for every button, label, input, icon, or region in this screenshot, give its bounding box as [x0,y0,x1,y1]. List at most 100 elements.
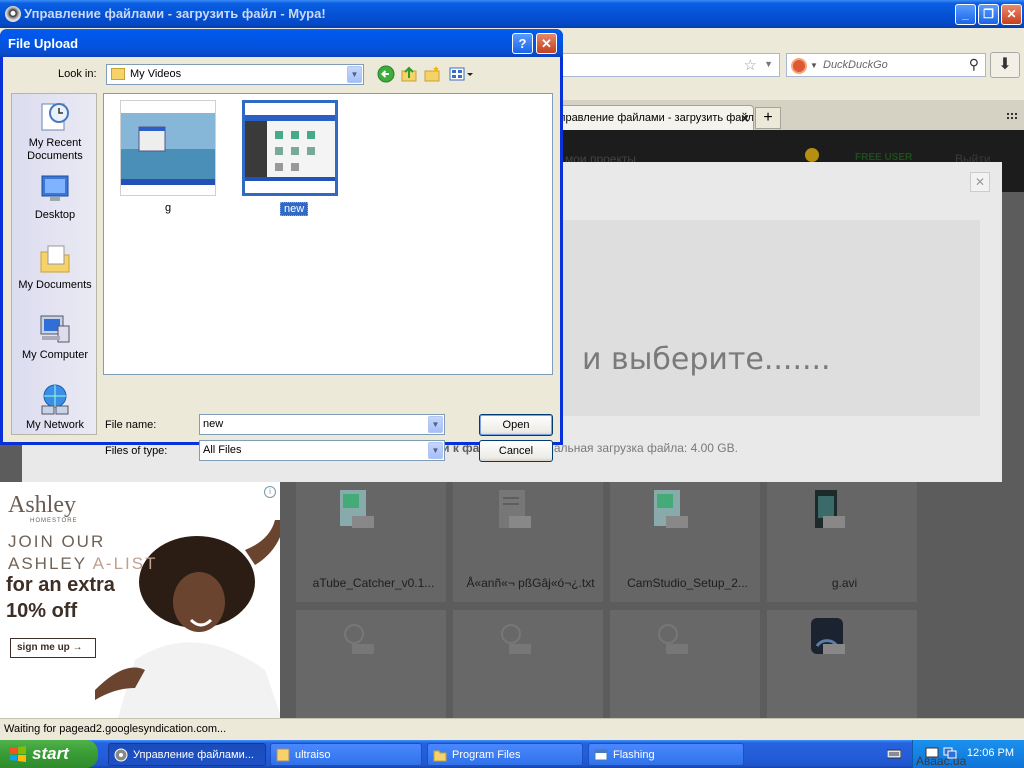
minimize-button[interactable]: _ [955,4,976,25]
cancel-button[interactable]: Cancel [479,440,553,462]
watermark: Аваас.ua [916,754,967,768]
file-name[interactable]: Å«anñ«¬ pßGâj«ó¬¿.txt [463,576,598,590]
duckduckgo-icon[interactable] [791,58,807,74]
new-tab-button[interactable]: + [755,107,781,129]
dialog-close-button[interactable]: ✕ [536,33,557,54]
txt-file-icon [499,490,531,528]
bat-file-icon [811,618,845,654]
file-card[interactable] [610,610,760,718]
maximize-button[interactable]: ❐ [978,4,999,25]
taskbar-item-ultraiso[interactable]: ultraiso [270,743,422,766]
file-name-combo[interactable]: new ▼ [199,414,445,435]
clock[interactable]: 12:06 PM [967,747,1014,759]
search-icon[interactable]: ⚲ [969,56,979,73]
bookmark-star-icon[interactable]: ☆ [744,56,757,74]
files-of-type-label: Files of type: [105,445,168,457]
start-label: start [32,744,69,763]
dialog-titlebar[interactable]: File Upload ? ✕ [0,29,563,57]
ad-line-4: 10% off [6,600,78,622]
taskbar-item-browser[interactable]: Управление файлами... [108,743,266,766]
file-name[interactable]: g.avi [777,576,912,590]
chevron-down-icon[interactable]: ▼ [428,416,443,433]
ad-brand: Ashley [8,492,76,518]
place-my-documents[interactable]: My Documents [12,242,98,292]
file-card[interactable]: Å«anñ«¬ pßGâj«ó¬¿.txt [453,482,603,602]
close-window-button[interactable]: ✕ [1001,4,1022,25]
open-button[interactable]: Open [479,414,553,436]
browser-titlebar[interactable]: Управление файлами - загрузить файл - Му… [0,0,1024,28]
ad-signup-button[interactable]: sign me up → [10,638,96,658]
chevron-down-icon[interactable]: ▼ [347,66,362,83]
status-text: Waiting for pagead2.googlesyndication.co… [4,723,227,735]
file-thumbnail-new[interactable] [242,100,338,196]
file-label-new[interactable]: new [280,202,309,216]
file-card[interactable] [767,610,917,718]
place-my-recent-documents[interactable]: My Recent Documents [12,100,98,163]
browser-title: Управление файлами - загрузить файл - Му… [24,6,326,21]
file-list-pane[interactable]: g new [103,93,553,375]
taskbar-item-program-files[interactable]: Program Files [427,743,583,766]
files-of-type-combo[interactable]: All Files ▼ [199,440,445,461]
place-my-computer[interactable]: My Computer [12,312,98,362]
files-of-type-value[interactable]: All Files [203,444,242,456]
my-computer-icon [40,315,70,343]
task-label: ultraiso [295,749,331,761]
desktop-icon [41,175,69,201]
browser-app-icon [114,748,128,762]
look-in-value: My Videos [130,68,182,80]
file-card[interactable]: CamStudio_Setup_2... [610,482,760,602]
ashley-advertisement[interactable]: Ashley HOMESTORE JOIN OUR ASHLEY A-LIST … [0,482,280,718]
search-placeholder[interactable]: DuckDuckGo [823,59,888,71]
up-folder-icon[interactable] [400,65,418,83]
file-name[interactable]: CamStudio_Setup_2... [620,576,755,590]
task-label: Управление файлами... [133,749,254,761]
taskbar: start Управление файлами... ultraiso Pro… [0,740,1024,768]
modal-close-button[interactable]: ✕ [970,172,990,192]
tab-close-icon[interactable]: × [741,110,749,126]
dialog-body: Look in: My Videos ▼ My Recent Documents… [3,57,560,462]
view-menu-icon[interactable] [448,65,474,83]
new-folder-icon[interactable] [423,65,441,83]
start-button[interactable]: start [0,740,98,768]
dialog-title: File Upload [8,36,79,51]
task-label: Flashing [613,749,655,761]
history-dropdown-icon[interactable]: ▼ [764,59,773,69]
file-name-value[interactable]: new [203,418,223,430]
drop-zone-text[interactable]: и выберите....... [582,342,831,377]
video-folder-icon [111,68,125,80]
downloads-button[interactable]: ⬇ [990,52,1020,78]
folder-icon [433,750,447,762]
place-my-network[interactable]: My Network [12,382,98,432]
file-thumbnail-g[interactable] [120,100,216,196]
ad-info-icon[interactable]: i [264,486,276,498]
file-name[interactable]: aTube_Catcher_v0.1... [306,576,441,590]
taskbar-item-flashing[interactable]: Flashing [588,743,744,766]
file-card[interactable]: aTube_Catcher_v0.1... [296,482,446,602]
place-desktop[interactable]: Desktop [12,172,98,222]
ad-brand-sub: HOMESTORE [30,518,78,524]
back-arrow-icon[interactable] [377,65,395,83]
tab-upload[interactable]: Управление файлами - загрузить файл × [548,105,754,131]
file-card[interactable] [453,610,603,718]
status-bar: Waiting for pagead2.googlesyndication.co… [0,718,1024,740]
places-bar: My Recent Documents Desktop My Documents… [11,93,97,435]
search-bar[interactable]: ▼ DuckDuckGo ⚲ [786,53,986,77]
file-card[interactable] [296,610,446,718]
file-card[interactable]: g.avi [767,482,917,602]
place-label: My Computer [21,349,89,361]
look-in-combo[interactable]: My Videos ▼ [106,64,364,85]
notification-bell-icon[interactable] [805,148,819,162]
search-engine-dropdown-icon[interactable]: ▼ [810,61,818,70]
look-in-label: Look in: [58,68,97,80]
avi-file-icon [815,490,845,528]
ad-line-2b: A-LIST [86,554,158,573]
tab-list-menu-icon[interactable] [1006,112,1020,122]
address-bar[interactable]: ☆ ▼ [560,53,780,77]
file-label-g[interactable]: g [165,202,171,214]
folder-window-icon [594,749,608,761]
keyboard-icon[interactable] [887,747,901,761]
help-button[interactable]: ? [512,33,533,54]
ad-person-image [95,520,280,718]
file-name-label: File name: [105,419,157,431]
chevron-down-icon[interactable]: ▼ [428,442,443,459]
